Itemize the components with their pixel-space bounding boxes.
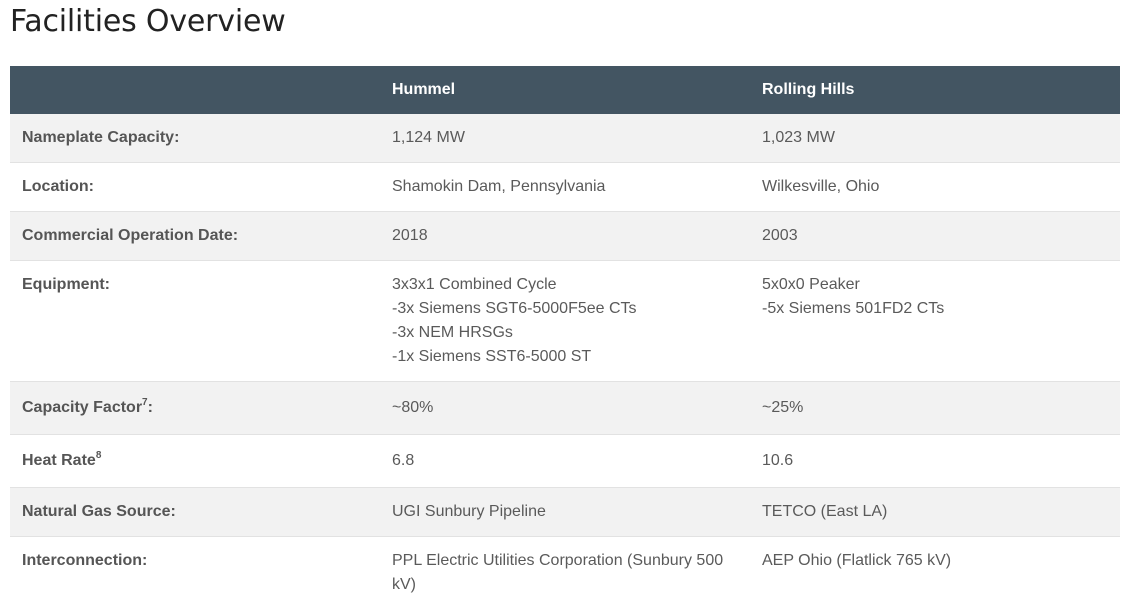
cell-hummel: 1,124 MW bbox=[380, 114, 750, 163]
footnote-marker: 8 bbox=[96, 450, 102, 461]
cell-hummel: ~80% bbox=[380, 382, 750, 435]
cell-hummel: 3x3x1 Combined Cycle -3x Siemens SGT6-50… bbox=[380, 261, 750, 382]
row-label: Interconnection: bbox=[10, 537, 380, 609]
equipment-line: -3x NEM HRSGs bbox=[392, 321, 738, 345]
cell-hummel: 6.8 bbox=[380, 435, 750, 488]
row-label-text: Heat Rate bbox=[22, 452, 96, 469]
table-row-equipment: Equipment: 3x3x1 Combined Cycle -3x Siem… bbox=[10, 261, 1120, 382]
cell-rolling-hills: 5x0x0 Peaker -5x Siemens 501FD2 CTs bbox=[750, 261, 1120, 382]
cell-rolling-hills: TETCO (East LA) bbox=[750, 488, 1120, 537]
footnote-marker: 7 bbox=[142, 397, 148, 408]
cell-rolling-hills: 10.6 bbox=[750, 435, 1120, 488]
table-row-interconnection: Interconnection: PPL Electric Utilities … bbox=[10, 537, 1120, 609]
table-row-capacity-factor: Capacity Factor7: ~80% ~25% bbox=[10, 382, 1120, 435]
cell-hummel: PPL Electric Utilities Corporation (Sunb… bbox=[380, 537, 750, 609]
row-label: Capacity Factor7: bbox=[10, 382, 380, 435]
table-row-nameplate-capacity: Nameplate Capacity: 1,124 MW 1,023 MW bbox=[10, 114, 1120, 163]
cell-hummel: 2018 bbox=[380, 212, 750, 261]
table-row-heat-rate: Heat Rate8 6.8 10.6 bbox=[10, 435, 1120, 488]
equipment-line: -1x Siemens SST6-5000 ST bbox=[392, 345, 738, 369]
cell-rolling-hills: ~25% bbox=[750, 382, 1120, 435]
column-header-rolling-hills: Rolling Hills bbox=[750, 66, 1120, 114]
row-label: Location: bbox=[10, 163, 380, 212]
page-title: Facilities Overview bbox=[10, 3, 286, 41]
cell-rolling-hills: 1,023 MW bbox=[750, 114, 1120, 163]
row-label: Commercial Operation Date: bbox=[10, 212, 380, 261]
column-header-label bbox=[10, 66, 380, 114]
row-label: Equipment: bbox=[10, 261, 380, 382]
equipment-line: 5x0x0 Peaker bbox=[762, 273, 1108, 297]
cell-rolling-hills: AEP Ohio (Flatlick 765 kV) bbox=[750, 537, 1120, 609]
cell-hummel: UGI Sunbury Pipeline bbox=[380, 488, 750, 537]
cell-rolling-hills: Wilkesville, Ohio bbox=[750, 163, 1120, 212]
table-row-natural-gas-source: Natural Gas Source: UGI Sunbury Pipeline… bbox=[10, 488, 1120, 537]
cell-hummel: Shamokin Dam, Pennsylvania bbox=[380, 163, 750, 212]
equipment-line: -3x Siemens SGT6-5000F5ee CTs bbox=[392, 297, 738, 321]
row-label-suffix: : bbox=[148, 399, 153, 416]
row-label: Heat Rate8 bbox=[10, 435, 380, 488]
equipment-line: 3x3x1 Combined Cycle bbox=[392, 273, 738, 297]
row-label-text: Capacity Factor bbox=[22, 399, 142, 416]
facilities-table: Hummel Rolling Hills Nameplate Capacity:… bbox=[10, 66, 1120, 609]
row-label: Natural Gas Source: bbox=[10, 488, 380, 537]
cell-rolling-hills: 2003 bbox=[750, 212, 1120, 261]
row-label: Nameplate Capacity: bbox=[10, 114, 380, 163]
table-header-row: Hummel Rolling Hills bbox=[10, 66, 1120, 114]
table-row-location: Location: Shamokin Dam, Pennsylvania Wil… bbox=[10, 163, 1120, 212]
equipment-line: -5x Siemens 501FD2 CTs bbox=[762, 297, 1108, 321]
column-header-hummel: Hummel bbox=[380, 66, 750, 114]
table-row-commercial-operation-date: Commercial Operation Date: 2018 2003 bbox=[10, 212, 1120, 261]
